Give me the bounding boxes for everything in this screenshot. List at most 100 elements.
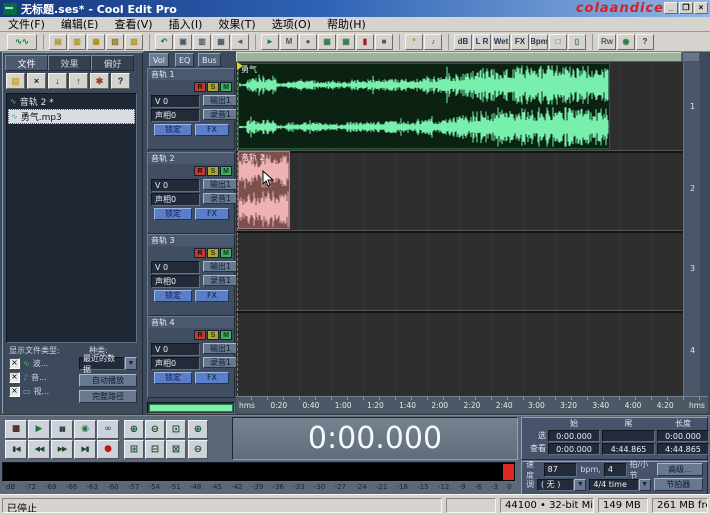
clip-indicator-left-icon[interactable] [503, 464, 514, 472]
track-pan-field[interactable]: 声相0 [151, 193, 200, 206]
audio-clip-track2[interactable]: 音轨 2 [238, 151, 290, 229]
punch-in-button[interactable]: ▮ [356, 34, 374, 50]
track-output-button[interactable]: 输出1 [203, 179, 238, 190]
track-volume-field[interactable]: V 0 [151, 343, 200, 356]
sort-dropdown-arrow-icon[interactable]: ▼ [125, 357, 137, 370]
append-file-button[interactable]: ▦ [87, 34, 105, 50]
track-record-device-button[interactable]: 录音1 [203, 357, 238, 368]
snap-grid-button[interactable]: ▦ [212, 34, 230, 50]
audio-clip-track1[interactable]: 勇气 [238, 63, 610, 149]
menu-item[interactable]: 编辑(E) [53, 16, 107, 32]
undo-button[interactable]: ↶ [155, 34, 173, 50]
cd-player-button[interactable]: ● [299, 34, 317, 50]
time-signature-arrow-icon[interactable]: ▼ [639, 479, 651, 491]
track-fx-button[interactable]: FX [195, 372, 229, 384]
track-volume-field[interactable]: V 0 [151, 179, 200, 192]
key-dropdown[interactable]: ( 无 ) ▼ [537, 479, 586, 491]
bounce-tracks-button[interactable]: ▦ [337, 34, 355, 50]
menu-item[interactable]: 文件(F) [0, 16, 53, 32]
network-settings-button[interactable]: ◉ [617, 34, 635, 50]
menu-item[interactable]: 查看(V) [106, 16, 160, 32]
nudge-left-button[interactable]: ◄ [231, 34, 249, 50]
mute-button[interactable]: M [220, 166, 232, 176]
open-session-button[interactable]: ▥ [68, 34, 86, 50]
tab-vol[interactable]: Vol [149, 53, 169, 67]
clip-properties-button[interactable]: ▥ [193, 34, 211, 50]
track-name[interactable]: 音轨 4 [148, 317, 234, 328]
file-type-checkbox[interactable]: × [9, 386, 20, 397]
tab-favorites[interactable]: 偏好 [91, 55, 134, 71]
track-lock-button[interactable]: 锁定 [154, 208, 192, 220]
file-type-checkbox[interactable]: × [9, 372, 20, 383]
save-all-button[interactable]: ▨ [125, 34, 143, 50]
clip-edit-envelope-button[interactable]: □ [549, 34, 567, 50]
track-record-device-button[interactable]: 录音1 [203, 109, 238, 120]
track-fx-button[interactable]: FX [195, 124, 229, 136]
track-output-button[interactable]: 输出1 [203, 343, 238, 354]
tab-eq[interactable]: EQ [175, 53, 194, 67]
media-options-button[interactable]: ✱ [90, 73, 109, 89]
help-button[interactable]: ? [636, 34, 654, 50]
clip-indicator-right-icon[interactable] [503, 472, 514, 480]
insert-midi-button[interactable]: ♪ [424, 34, 442, 50]
track-lock-button[interactable]: 锁定 [154, 372, 192, 384]
group-clips-button[interactable]: ▣ [174, 34, 192, 50]
time-display[interactable]: 0:00.000 [232, 417, 518, 460]
time-signature-dropdown[interactable]: 4/4 time ▼ [589, 479, 650, 491]
mute-button[interactable]: M [220, 248, 232, 258]
zoom-in-vertical-button[interactable]: ⊕ [188, 420, 208, 439]
menu-item[interactable]: 帮助(H) [319, 16, 374, 32]
nudge-right-button[interactable]: ► [261, 34, 279, 50]
zoom-out-vertical-button[interactable]: ⊖ [188, 440, 208, 459]
tempo-envelope-bpm-button[interactable]: Bpm [530, 34, 548, 50]
file-list-item[interactable]: ∿音轨 2 * [8, 95, 135, 108]
file-type-checkbox[interactable]: × [9, 358, 20, 369]
selection-start-field[interactable]: 0:00.000 [548, 430, 600, 442]
go-to-start-button[interactable]: ▮◀ [5, 440, 27, 459]
rewind-button[interactable]: ◀◀ [28, 440, 50, 459]
track-lock-button[interactable]: 锁定 [154, 124, 192, 136]
zoom-out-button[interactable]: ⊖ [145, 420, 165, 439]
insert-into-session-button[interactable]: ↓ [48, 73, 67, 89]
track-lock-button[interactable]: 锁定 [154, 290, 192, 302]
metronome-button[interactable]: 节拍器 [654, 478, 703, 491]
show-envelopes-button[interactable]: ▯ [568, 34, 586, 50]
zoom-in-button[interactable]: ⊕ [124, 420, 144, 439]
volume-envelope-db-button[interactable]: dB [454, 34, 472, 50]
record-button[interactable]: ● [97, 440, 119, 459]
arrange-zoom-scrollbar[interactable] [236, 52, 682, 62]
pan-envelope-lr-button[interactable]: L R [473, 34, 491, 50]
go-to-end-button[interactable]: ▶▮ [74, 440, 96, 459]
beats-field[interactable]: 4 [604, 463, 627, 477]
record-device-button[interactable]: ■ [375, 34, 393, 50]
track-pan-field[interactable]: 声相0 [151, 275, 200, 288]
switch-to-edit-view-button[interactable]: ∿∿ [7, 34, 37, 50]
new-session-button[interactable]: ▤ [49, 34, 67, 50]
key-dropdown-arrow-icon[interactable]: ▼ [574, 479, 586, 491]
tab-files[interactable]: 文件 [5, 55, 48, 71]
fx-parameter-envelope-button[interactable]: FX [511, 34, 529, 50]
mute-button[interactable]: M [220, 82, 232, 92]
mixer-window-button[interactable]: ▦ [318, 34, 336, 50]
solo-button[interactable]: S [207, 166, 219, 176]
menu-item[interactable]: 效果(T) [210, 16, 263, 32]
sort-dropdown[interactable]: 最近的数据 ▼ [79, 357, 137, 370]
track-output-button[interactable]: 输出1 [203, 261, 238, 272]
zoom-full-button[interactable]: ⊡ [166, 420, 186, 439]
play-looped-button[interactable]: ∞ [97, 420, 119, 439]
scrollbar-thumb[interactable] [149, 404, 233, 412]
track-name[interactable]: 音轨 2 [148, 153, 234, 164]
mute-button[interactable]: M [220, 330, 232, 340]
close-file-button[interactable]: × [27, 73, 46, 89]
wet-dry-envelope-button[interactable]: Wet [492, 34, 510, 50]
play-button[interactable]: ▶ [28, 420, 50, 439]
save-session-button[interactable]: ▧ [106, 34, 124, 50]
zoom-in-right-edge-button[interactable]: ⊠ [166, 440, 186, 459]
edit-file-button[interactable]: ↑ [69, 73, 88, 89]
open-file-button[interactable]: ▤ [6, 73, 25, 89]
record-arm-button[interactable]: R [194, 166, 206, 176]
record-arm-button[interactable]: R [194, 248, 206, 258]
file-list-item[interactable]: ∿勇气.mp3 [8, 109, 135, 124]
midi-trigger-button[interactable]: Rw [598, 34, 616, 50]
track-output-button[interactable]: 输出1 [203, 95, 238, 106]
